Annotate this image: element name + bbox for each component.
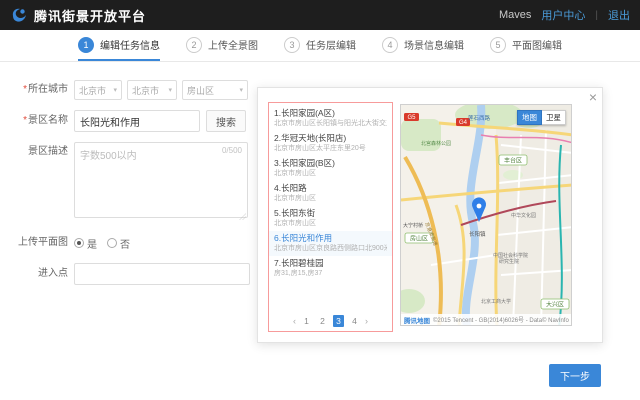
radio-no[interactable]: 否	[107, 236, 130, 251]
svg-text:莲石西路: 莲石西路	[468, 114, 491, 122]
map-brand-logo: 腾讯地图	[404, 317, 430, 325]
upload-floorplan-label: 上传平面图	[18, 237, 68, 248]
prev-page-icon[interactable]: ‹	[293, 316, 296, 326]
map-graphics: G5 G4 丰台区 房山区 大兴区 莲石西路 北宫森林公园 长阳镇 中华文化园 …	[401, 105, 571, 325]
svg-text:大宁村桥: 大宁村桥	[403, 222, 423, 229]
result-item-7[interactable]: 7.长阳碧桂园 房31,房15,房37	[269, 256, 392, 281]
char-counter: 0/500	[221, 146, 242, 155]
svg-text:房山区: 房山区	[410, 235, 428, 243]
map-canvas[interactable]: G5 G4 丰台区 房山区 大兴区 莲石西路 北宫森林公园 长阳镇 中华文化园 …	[400, 104, 572, 326]
entry-point-row: 进入点	[14, 263, 250, 285]
pagination: ‹ 1 2 3 4 ›	[269, 311, 392, 331]
map-type-toggle: 地图 卫星	[517, 110, 566, 125]
scenic-name-row: *景区名称 搜索	[14, 110, 250, 132]
required-mark: *	[23, 84, 27, 95]
step-2-upload-panorama[interactable]: 2 上传全景图	[186, 30, 258, 61]
description-label: 景区描述	[28, 146, 68, 157]
svg-text:中国社会科学院: 中国社会科学院	[493, 252, 528, 259]
page-3-active[interactable]: 3	[333, 315, 344, 327]
page-4[interactable]: 4	[349, 315, 360, 327]
resize-grip-icon[interactable]	[239, 213, 246, 220]
step-3-label: 任务层编辑	[306, 41, 356, 52]
radio-unselected-icon	[107, 238, 117, 248]
step-4-number: 4	[382, 36, 398, 53]
page-1[interactable]: 1	[301, 315, 312, 327]
top-bar: 腾讯街景开放平台 Maves 用户中心 | 退出	[0, 0, 640, 30]
radio-selected-icon	[74, 238, 84, 248]
result-item-4[interactable]: 4.长阳路 北京市房山区	[269, 181, 392, 206]
map-view-button[interactable]: 地图	[517, 110, 542, 125]
step-1-number: 1	[78, 36, 94, 53]
svg-text:G5: G5	[407, 115, 416, 121]
result-item-6-selected[interactable]: 6.长阳光和作用 北京市房山区京良路西侧路口北900米	[269, 231, 392, 256]
username: Maves	[498, 9, 532, 21]
task-info-form: *所在城市 北京市 ▾ 北京市 ▾ 房山区 ▾ *景区名称 搜索	[14, 80, 250, 295]
radio-yes[interactable]: 是	[74, 236, 97, 251]
step-1-label: 编辑任务信息	[100, 41, 160, 52]
result-item-1[interactable]: 1.长阳家园(A区) 北京市房山区长阳镇与阳光北大街交叉	[269, 106, 392, 131]
step-2-label: 上传全景图	[208, 41, 258, 52]
map-copyright: ©2015 Tencent - GB(2014)6026号 - Data© Na…	[433, 318, 569, 324]
page: 腾讯街景开放平台 Maves 用户中心 | 退出 1 编辑任务信息 2 上传全景…	[0, 0, 640, 400]
location-picker-panel: × 1.长阳家园(A区) 北京市房山区长阳镇与阳光北大街交叉 2.华冠天地(长阳…	[257, 87, 603, 343]
svg-text:中华文化园: 中华文化园	[511, 212, 536, 219]
svg-text:大兴区: 大兴区	[546, 301, 564, 309]
step-5-number: 5	[490, 36, 506, 53]
map-attribution: 腾讯地图 ©2015 Tencent - GB(2014)6026号 - Dat…	[401, 314, 571, 325]
province-select[interactable]: 北京市 ▾	[74, 80, 122, 100]
entry-point-label: 进入点	[38, 268, 68, 279]
brand: 腾讯街景开放平台	[10, 6, 146, 25]
result-item-5[interactable]: 5.长阳东街 北京市房山区	[269, 206, 392, 231]
step-4-scene-info-edit[interactable]: 4 场景信息编辑	[382, 30, 464, 61]
step-5-label: 平面图编辑	[512, 41, 562, 52]
search-results-list: 1.长阳家园(A区) 北京市房山区长阳镇与阳光北大街交叉 2.华冠天地(长阳店)…	[268, 102, 393, 332]
chevron-down-icon: ▾	[239, 87, 243, 94]
svg-text:研究生院: 研究生院	[499, 258, 519, 265]
satellite-view-button[interactable]: 卫星	[542, 110, 566, 125]
user-center-link[interactable]: 用户中心	[541, 7, 585, 23]
logout-link[interactable]: 退出	[608, 7, 630, 23]
city-selects: 北京市 ▾ 北京市 ▾ 房山区 ▾	[74, 80, 248, 100]
city-row: *所在城市 北京市 ▾ 北京市 ▾ 房山区 ▾	[14, 80, 250, 100]
chevron-down-icon: ▾	[168, 87, 172, 94]
svg-text:G4: G4	[459, 120, 468, 126]
step-3-task-layer-edit[interactable]: 3 任务层编辑	[284, 30, 356, 61]
header-separator: |	[595, 9, 598, 21]
page-2[interactable]: 2	[317, 315, 328, 327]
city-label: *所在城市	[23, 84, 68, 95]
district-select[interactable]: 房山区 ▾	[182, 80, 248, 100]
step-2-number: 2	[186, 36, 202, 53]
svg-text:长阳镇: 长阳镇	[469, 230, 486, 238]
app-title: 腾讯街景开放平台	[34, 8, 147, 24]
tencent-logo-icon	[10, 6, 28, 24]
step-nav: 1 编辑任务信息 2 上传全景图 3 任务层编辑 4 场景信息编辑 5 平面图编…	[0, 30, 640, 62]
step-1-edit-task-info[interactable]: 1 编辑任务信息	[78, 30, 160, 61]
scenic-name-input[interactable]	[74, 110, 200, 132]
entry-point-input[interactable]	[74, 263, 250, 285]
chevron-down-icon: ▾	[113, 87, 117, 94]
next-page-icon[interactable]: ›	[365, 316, 368, 326]
result-item-3[interactable]: 3.长阳家园(B区) 北京市房山区	[269, 156, 392, 181]
svg-text:丰台区: 丰台区	[504, 157, 522, 165]
svg-text:北宫森林公园: 北宫森林公园	[421, 140, 451, 147]
description-row: 景区描述 0/500	[14, 142, 250, 223]
search-button[interactable]: 搜索	[206, 110, 246, 132]
scenic-name-label: *景区名称	[23, 115, 68, 126]
step-4-label: 场景信息编辑	[404, 41, 464, 52]
header-actions: Maves 用户中心 | 退出	[499, 7, 630, 23]
svg-text:北京工商大学: 北京工商大学	[481, 298, 511, 305]
step-3-number: 3	[284, 36, 300, 53]
close-icon[interactable]: ×	[589, 90, 597, 104]
city-select[interactable]: 北京市 ▾	[127, 80, 177, 100]
step-5-floorplan-edit[interactable]: 5 平面图编辑	[490, 30, 562, 61]
result-item-2[interactable]: 2.华冠天地(长阳店) 北京市房山区太平庄东里20号	[269, 131, 392, 156]
next-step-button[interactable]: 下一步	[549, 364, 601, 387]
upload-floorplan-row: 上传平面图 是 否	[14, 233, 250, 253]
